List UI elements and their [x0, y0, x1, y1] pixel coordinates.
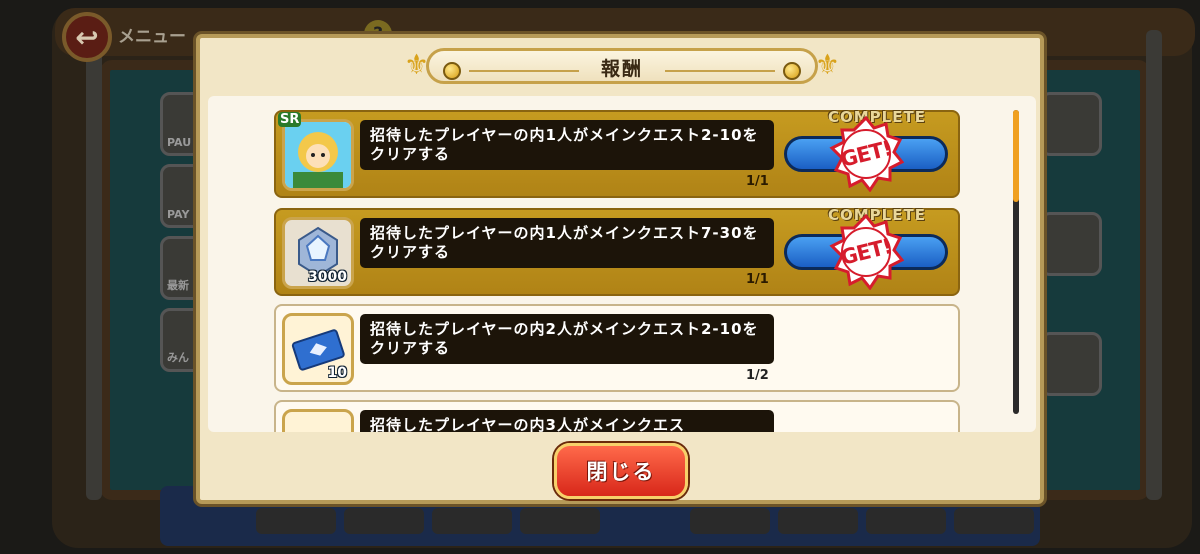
side-button-guide[interactable] [1040, 332, 1102, 396]
back-arrow-icon[interactable]: ↩ [62, 12, 112, 62]
background-tab[interactable] [432, 508, 512, 534]
background-tab[interactable] [256, 508, 336, 534]
close-button[interactable]: 閉じる [554, 443, 688, 499]
modal-title: 報酬 [600, 58, 643, 80]
reward-list[interactable]: SR 招待したプレイヤーの内1人がメインクエスト2-10をクリアする 1/1 C… [208, 96, 1036, 432]
reward-description: 招待したプレイヤーの内1人がメインクエスト7-30をクリアする [360, 218, 774, 268]
reward-quantity: 10 [327, 365, 347, 381]
scrollbar-thumb[interactable] [1013, 110, 1019, 202]
reward-progress: 1/1 [746, 272, 769, 287]
reward-quantity: 3000 [308, 269, 347, 285]
reward-description: 招待したプレイヤーの内3人がメインクエス [360, 410, 774, 432]
rarity-badge: SR [278, 112, 302, 127]
background-tab[interactable] [778, 508, 858, 534]
side-button-story[interactable] [1040, 212, 1102, 276]
left-pole [86, 30, 102, 500]
reward-progress: 1/2 [746, 368, 769, 383]
background-tab[interactable] [866, 508, 946, 534]
reward-description: 招待したプレイヤーの内1人がメインクエスト2-10をクリアする [360, 120, 774, 170]
ticket-icon [282, 409, 354, 432]
ticket-icon: 10 [282, 313, 354, 385]
get-stamp-icon: GET! [828, 213, 905, 291]
reward-card: 10 招待したプレイヤーの内2人がメインクエスト2-10をクリアする 1/2 [274, 304, 960, 392]
gem-crystal-icon: 3000 [282, 217, 354, 289]
background-tab[interactable] [520, 508, 600, 534]
reward-card: 3000 招待したプレイヤーの内1人がメインクエスト7-30をクリアする 1/1… [274, 206, 960, 296]
background-tab[interactable] [954, 508, 1034, 534]
right-pole [1146, 30, 1162, 500]
character-portrait-icon [282, 119, 354, 191]
background-tab[interactable] [344, 508, 424, 534]
reward-card: 招待したプレイヤーの内3人がメインクエス [274, 400, 960, 432]
reward-progress: 1/1 [746, 174, 769, 189]
reward-description: 招待したプレイヤーの内2人がメインクエスト2-10をクリアする [360, 314, 774, 364]
get-stamp-icon: GET! [828, 115, 905, 193]
menu-title: メニュー [118, 27, 186, 47]
reward-card: SR 招待したプレイヤーの内1人がメインクエスト2-10をクリアする 1/1 C… [274, 108, 960, 198]
modal-title-bar: ⚜ ⚜ 報酬 [404, 44, 840, 88]
side-button-transfer[interactable] [1040, 92, 1102, 156]
background-tab[interactable] [690, 508, 770, 534]
